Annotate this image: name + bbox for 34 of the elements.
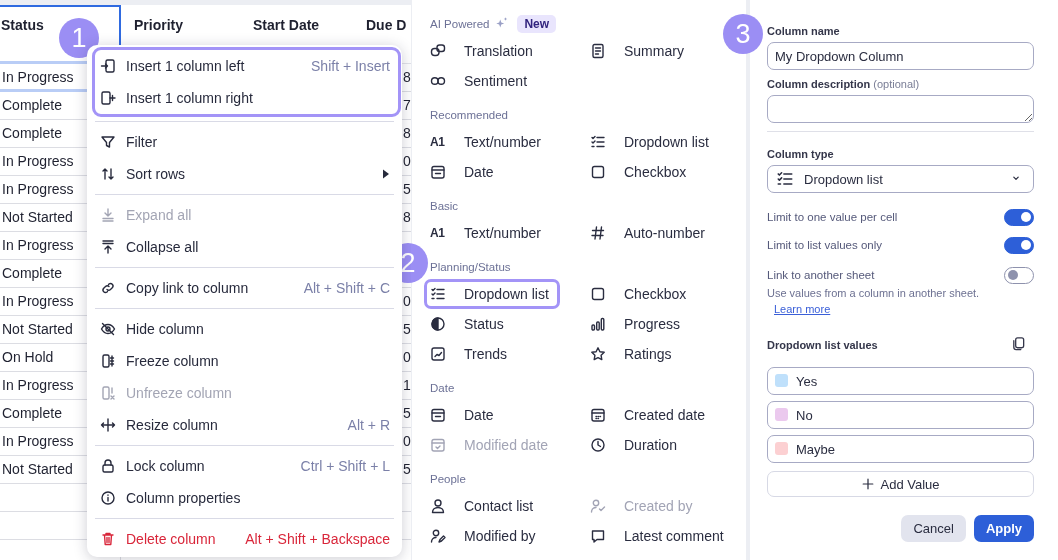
glyph-icon: A1 [430, 226, 446, 240]
shortcut-text: Alt + Shift + Backspace [245, 531, 390, 547]
table-cell: 0 [403, 349, 411, 365]
new-badge: New [517, 15, 557, 33]
field-label: Column type [767, 147, 835, 161]
field-label: Dropdown list values [767, 338, 878, 352]
toggle-label: Limit to one value per cell [767, 211, 898, 223]
section-title: Recommended [430, 109, 508, 121]
hint-text: Use values from a column in another sheet. [767, 286, 981, 300]
table-cell: 1 [403, 377, 411, 393]
table-cell: 8 [403, 125, 411, 141]
shortcut-text: Alt + Shift + C [303, 280, 390, 296]
table-cell: 0 [403, 433, 411, 449]
section-title: Basic [430, 200, 459, 212]
section-title: AI Powered [430, 18, 490, 30]
table-cell: 8 [403, 209, 411, 225]
section-title: People [430, 473, 466, 485]
table-cell: 0 [403, 293, 411, 309]
section-title: Date [430, 382, 455, 394]
table-cell: 8 [403, 69, 411, 85]
toggle-label: Limit to list values only [767, 239, 883, 251]
field-label: Column name [767, 24, 841, 38]
toggle-label: Link to another sheet [767, 269, 875, 281]
table-cell: 5 [403, 461, 411, 477]
shortcut-text: Alt + R [347, 417, 390, 433]
glyph-icon: A1 [430, 135, 446, 149]
table-cell: 5 [403, 405, 411, 421]
field-label: Column description (optional) [767, 77, 921, 91]
table-cell: 0 [403, 153, 411, 169]
section-title: Planning/Status [430, 261, 511, 273]
table-cell: 7 [403, 97, 411, 113]
shortcut-text: Ctrl + Shift + L [300, 458, 390, 474]
table-cell: 5 [403, 181, 411, 197]
table-cell: 5 [403, 321, 411, 337]
